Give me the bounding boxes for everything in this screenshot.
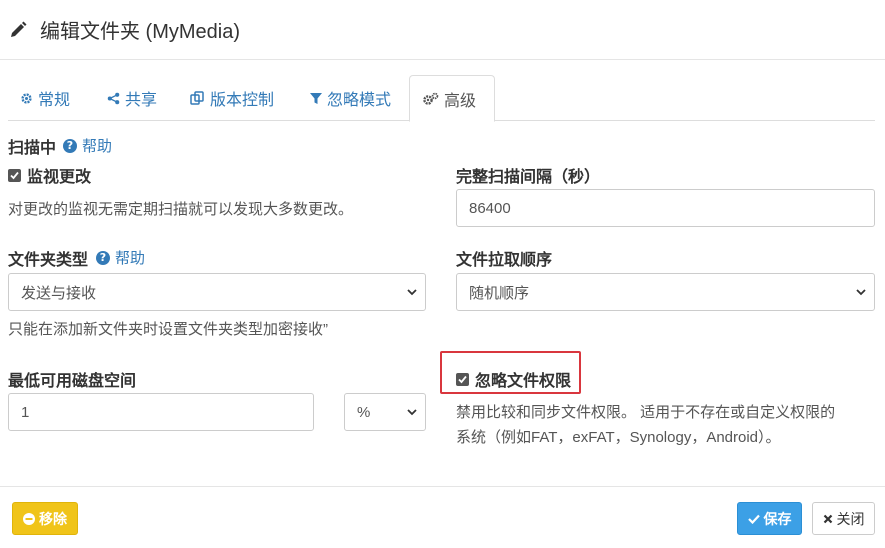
folder-type-select[interactable]: 发送与接收 (8, 273, 426, 311)
copy-icon (190, 90, 204, 105)
save-button[interactable]: 保存 (737, 502, 802, 535)
watch-changes-hint: 对更改的监视无需定期扫描就可以发现大多数更改。 (8, 201, 354, 218)
chevron-down-icon (407, 409, 417, 416)
close-button[interactable]: 关闭 (812, 502, 875, 535)
close-label: 关闭 (836, 510, 865, 527)
watch-changes-label: 监视更改 (27, 169, 92, 186)
tab-label: 版本控制 (210, 92, 275, 109)
scanning-title: 扫描中 (8, 140, 57, 157)
tab-general[interactable]: 常规 (8, 75, 82, 121)
check-icon (747, 514, 760, 524)
save-label: 保存 (763, 510, 792, 527)
min-disk-value: 1 (21, 403, 30, 421)
ignore-permissions-label: 忽略文件权限 (475, 373, 572, 390)
tab-bar: 常规 共享 版本控制 忽略模式 高级 (8, 75, 875, 122)
watch-changes-checkbox[interactable]: 监视更改 (8, 163, 91, 187)
folder-type-help-link[interactable]: ? 帮助 (96, 247, 145, 268)
chevron-down-icon (856, 289, 866, 296)
modal-header: 编辑文件夹 (MyMedia) (0, 0, 885, 60)
folder-type-hint: 只能在添加新文件夹时设置文件夹类型加密接收” (8, 321, 328, 338)
tab-advanced[interactable]: 高级 (409, 75, 495, 122)
tab-label: 共享 (125, 92, 158, 109)
help-label: 帮助 (115, 250, 146, 267)
tab-ignore-patterns[interactable]: 忽略模式 (298, 75, 403, 121)
gear-icon (21, 92, 32, 104)
remove-label: 移除 (39, 510, 67, 527)
gears-icon (423, 92, 439, 105)
folder-type-title: 文件夹类型 (8, 252, 89, 269)
filter-icon (310, 92, 322, 104)
pencil-icon (8, 20, 28, 40)
ignore-permissions-hint-line2: 系统（例如FAT，exFAT，Synology，Android）。 (456, 429, 781, 446)
pull-order-title: 文件拉取顺序 (456, 252, 553, 269)
ignore-permissions-hint-line1: 禁用比较和同步文件权限。 适用于不存在或自定义权限的 (456, 404, 836, 421)
chevron-down-icon (407, 289, 417, 296)
tab-versioning[interactable]: 版本控制 (178, 75, 286, 121)
tab-label: 忽略模式 (327, 92, 392, 109)
help-label: 帮助 (82, 138, 113, 155)
min-disk-unit: % (357, 403, 371, 421)
rescan-interval-input[interactable]: 86400 (456, 189, 875, 227)
question-circle-icon: ? (63, 138, 77, 153)
ignore-permissions-checkbox[interactable]: 忽略文件权限 (456, 367, 571, 391)
pull-order-select[interactable]: 随机顺序 (456, 273, 875, 311)
minus-circle-icon (23, 512, 35, 525)
modal-title: 编辑文件夹 (MyMedia) (40, 21, 241, 43)
checkbox-checked-icon (456, 372, 469, 386)
folder-type-selected: 发送与接收 (21, 284, 97, 302)
close-icon (823, 514, 832, 523)
rescan-interval-label: 完整扫描间隔（秒） (456, 169, 601, 186)
remove-button[interactable]: 移除 (12, 502, 78, 535)
scanning-help-link[interactable]: ? 帮助 (63, 135, 112, 156)
question-circle-icon: ? (96, 250, 110, 265)
min-disk-title: 最低可用磁盘空间 (8, 373, 137, 390)
min-disk-unit-select[interactable]: % (344, 393, 426, 431)
tab-sharing[interactable]: 共享 (95, 75, 169, 121)
tab-label: 高级 (444, 92, 477, 110)
min-disk-value-input[interactable]: 1 (8, 393, 314, 431)
share-icon (107, 92, 120, 104)
tab-label: 常规 (38, 92, 71, 109)
checkbox-checked-icon (8, 168, 21, 182)
pull-order-selected: 随机顺序 (469, 284, 530, 302)
rescan-interval-value: 86400 (469, 199, 511, 217)
